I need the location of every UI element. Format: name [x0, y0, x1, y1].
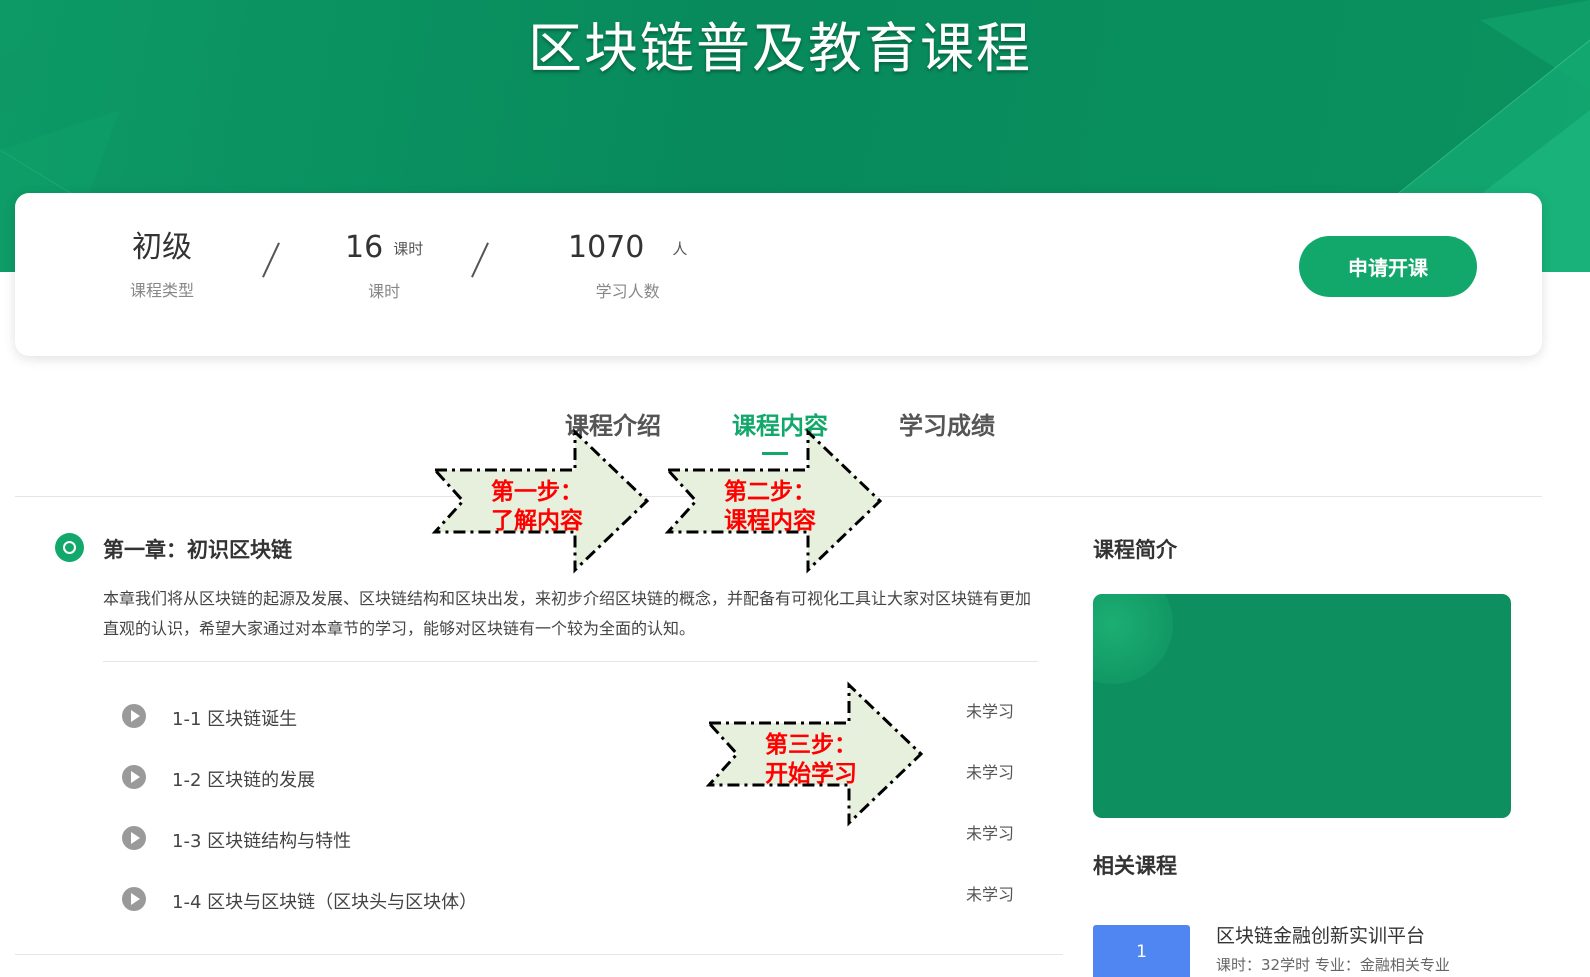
- lesson-status: 未学习: [966, 763, 1015, 782]
- step-three-label-line1: 第三步：: [765, 732, 857, 758]
- lesson-status: 未学习: [966, 702, 1015, 721]
- related-courses-heading: 相关课程: [1093, 854, 1177, 878]
- lesson-status: 未学习: [966, 824, 1015, 843]
- tab-learning-grades[interactable]: 学习成绩: [899, 406, 995, 441]
- stat-learners: 1070 人 学习人数: [568, 229, 687, 302]
- related-course-title[interactable]: 区块链金融创新实训平台: [1216, 921, 1425, 948]
- play-icon[interactable]: [122, 887, 146, 911]
- chapter-title: 第一章：初识区块链: [103, 538, 292, 562]
- related-course-meta: 课时：32学时 专业：金融相关专业: [1216, 956, 1450, 974]
- course-stats-card: 初级 课程类型 16 课时 课时 1070 人 学习人数 申请开课: [15, 193, 1542, 356]
- related-course-thumbnail[interactable]: 1: [1093, 925, 1190, 977]
- stat-level-value: 初级: [132, 230, 192, 265]
- chapter-icon: [55, 533, 84, 562]
- step-two-label-line1: 第二步：: [724, 479, 816, 505]
- course-title: 区块链普及教育课程: [528, 17, 1032, 80]
- course-intro-video[interactable]: [1093, 594, 1511, 818]
- play-icon[interactable]: [122, 826, 146, 850]
- content-bottom-divider: [15, 954, 1063, 955]
- chapter-description: 本章我们将从区块链的起源及发展、区块链结构和区块出发，来初步介绍区块链的概念，并…: [103, 589, 1032, 638]
- stat-hours-label: 课时: [368, 281, 401, 301]
- stat-hours-unit: 课时: [393, 239, 424, 258]
- stat-level-label: 课程类型: [130, 281, 195, 300]
- step-one-label-line2: 了解内容: [491, 508, 583, 534]
- stat-hours: 16 课时 课时: [345, 229, 423, 302]
- lesson-item[interactable]: 1-3 区块链结构与特性 未学习: [122, 824, 1032, 854]
- stat-learners-label: 学习人数: [595, 281, 660, 301]
- chapter-divider: [103, 661, 1038, 662]
- apply-course-button[interactable]: 申请开课: [1299, 236, 1477, 297]
- intro-card-glow: [1093, 594, 1173, 684]
- lesson-status: 未学习: [966, 885, 1015, 904]
- step-three-label-line2: 开始学习: [765, 761, 857, 787]
- lesson-title[interactable]: 1-2 区块链的发展: [172, 766, 315, 792]
- lesson-item[interactable]: 1-4 区块与区块链（区块头与区块体） 未学习: [122, 885, 1032, 915]
- lesson-title[interactable]: 1-1 区块链诞生: [172, 705, 297, 731]
- stat-level: 初级 课程类型: [130, 229, 194, 301]
- stat-learners-value: 1070: [568, 230, 645, 265]
- stat-separator: [471, 242, 489, 278]
- stat-hours-value: 16: [345, 230, 384, 265]
- lesson-title[interactable]: 1-4 区块与区块链（区块头与区块体）: [172, 888, 477, 914]
- play-icon[interactable]: [122, 704, 146, 728]
- step-one-label-line1: 第一步：: [491, 479, 583, 505]
- play-icon[interactable]: [122, 765, 146, 789]
- stat-learners-unit: 人: [672, 239, 688, 258]
- lesson-title[interactable]: 1-3 区块链结构与特性: [172, 827, 351, 853]
- stat-separator: [262, 242, 280, 278]
- step-two-label-line2: 课程内容: [724, 508, 816, 534]
- course-intro-heading: 课程简介: [1093, 538, 1177, 562]
